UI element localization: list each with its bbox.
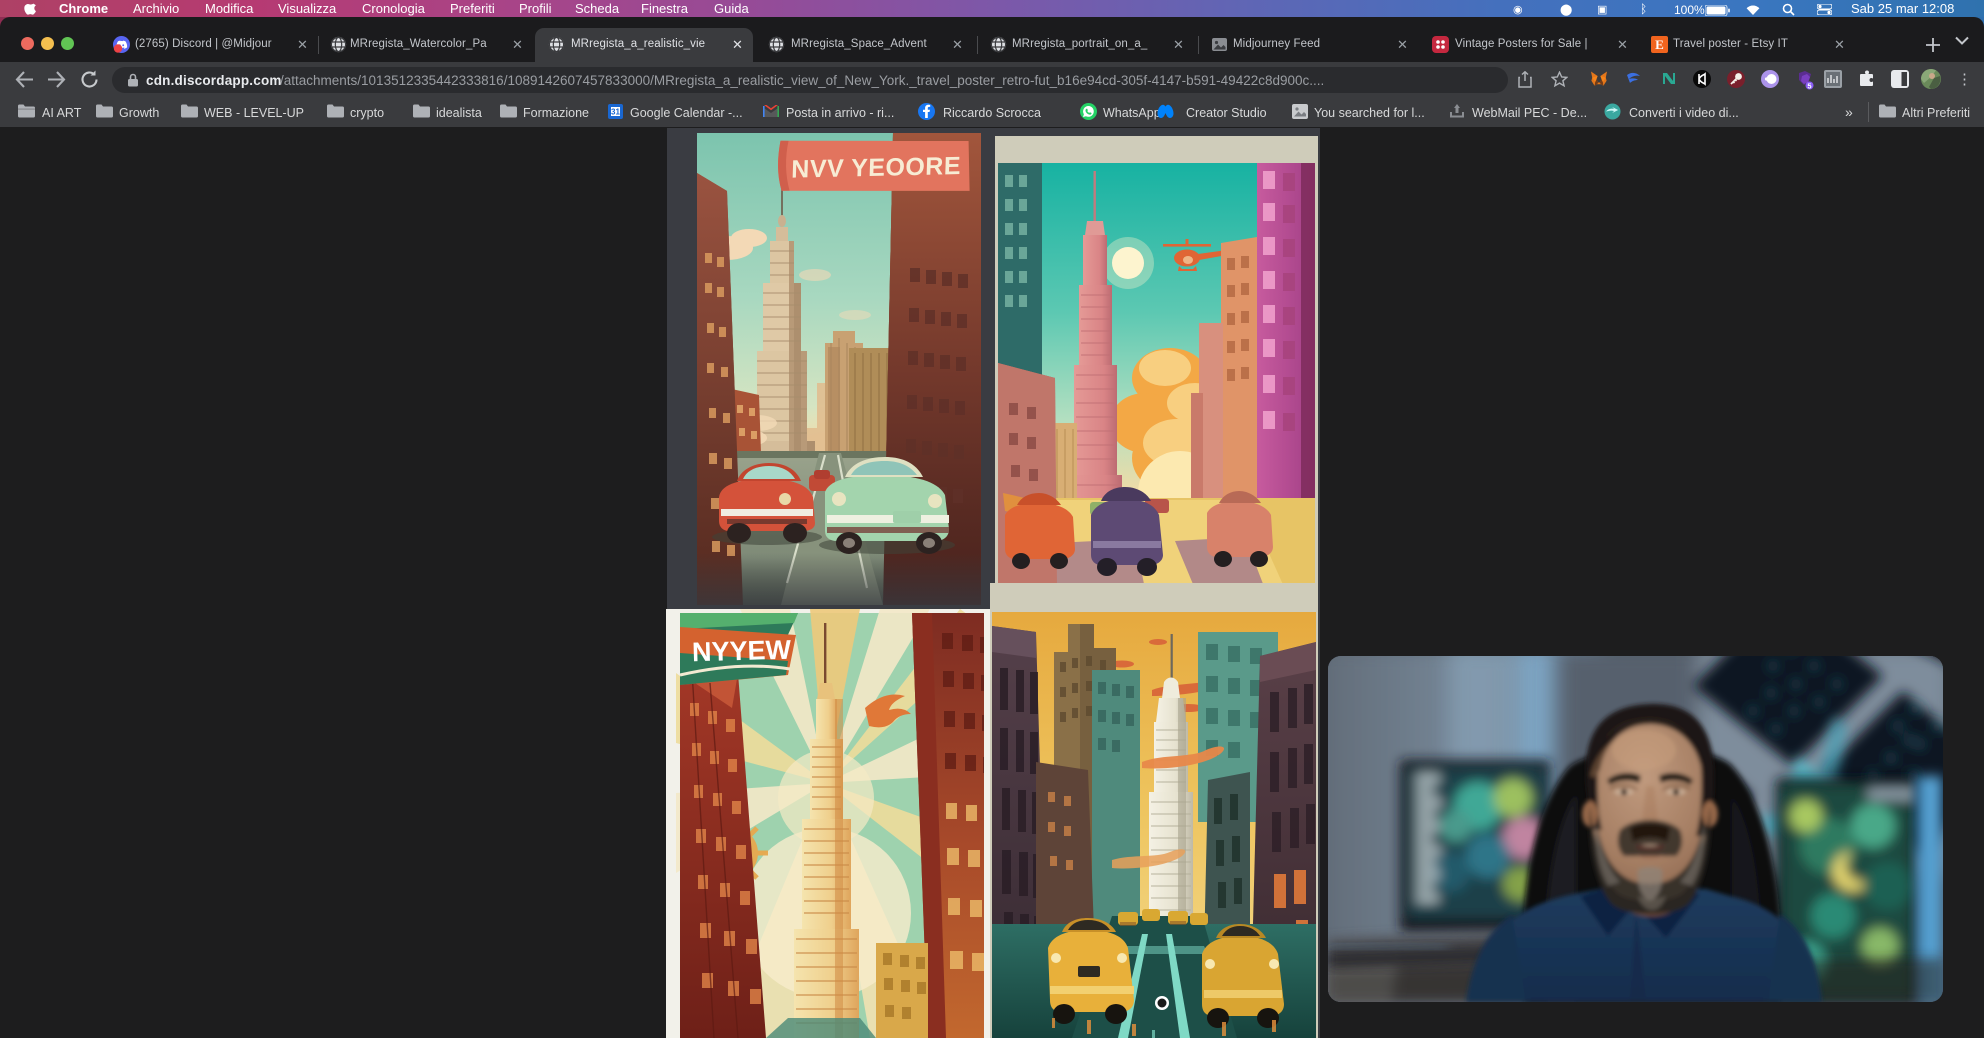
svg-text:31: 31 — [611, 108, 620, 117]
svg-text:NVV YEOORE: NVV YEOORE — [791, 152, 962, 184]
svg-text:5: 5 — [1807, 81, 1811, 90]
svg-text:E: E — [1655, 37, 1664, 52]
svg-text:NYYEW: NYYEW — [692, 635, 792, 668]
